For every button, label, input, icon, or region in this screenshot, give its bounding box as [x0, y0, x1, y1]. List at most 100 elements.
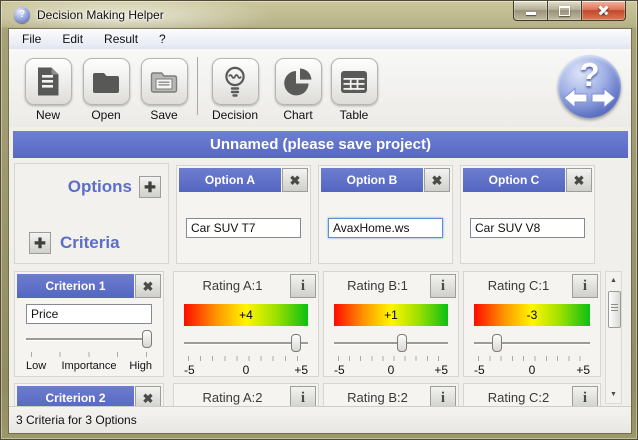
toolbar: New Open Sa: [9, 49, 631, 127]
lightbulb-icon: [223, 66, 247, 97]
new-document-icon: [36, 67, 60, 96]
menu-help[interactable]: ?: [154, 30, 176, 48]
new-label: New: [21, 108, 75, 122]
slider-thumb[interactable]: [397, 334, 407, 352]
option-a-header: Option A: [179, 168, 281, 192]
window-title: Decision Making Helper: [37, 8, 164, 22]
option-b-card: Option B ✖: [318, 165, 453, 264]
option-c-close-button[interactable]: ✖: [566, 168, 592, 192]
add-option-button[interactable]: ✚: [139, 176, 161, 198]
maximize-button[interactable]: [548, 1, 581, 21]
slider-thumb[interactable]: [291, 334, 301, 352]
slider-thumb[interactable]: [142, 330, 152, 348]
open-folder-icon: [92, 70, 120, 94]
rating-a1-gradient-bar: +4: [184, 304, 308, 326]
chart-label: Chart: [271, 108, 325, 122]
option-c-name-input[interactable]: [470, 218, 585, 238]
rating-b1-slider[interactable]: [334, 334, 448, 352]
rating-b1-info-button[interactable]: i: [430, 274, 456, 298]
slider-ticks: [31, 352, 151, 357]
rating-b1-gradient-bar: +1: [334, 304, 448, 326]
scale-min-label: -5: [474, 363, 485, 377]
close-button[interactable]: [581, 1, 626, 21]
option-a-card: Option A ✖: [176, 165, 311, 264]
importance-high-label: High: [129, 360, 152, 372]
table-label: Table: [327, 108, 381, 122]
rating-c2-card: Rating C:2 i: [463, 383, 601, 406]
rating-a2-info-button[interactable]: i: [290, 386, 316, 406]
open-button[interactable]: Open: [79, 58, 133, 122]
status-bar: 3 Criteria for 3 Options: [9, 406, 631, 433]
option-a-name-input[interactable]: [186, 218, 301, 238]
toolbar-separator: [197, 57, 198, 115]
option-c-card: Option C ✖: [460, 165, 595, 264]
criterion-2-close-button[interactable]: ✖: [135, 386, 161, 406]
scale-max-label: +5: [294, 363, 308, 377]
rating-c1-card: Rating C:1 i -3 -5 0 +5: [463, 271, 601, 377]
scale-mid-label: 0: [243, 363, 250, 377]
option-b-close-button[interactable]: ✖: [424, 168, 450, 192]
importance-slider[interactable]: [26, 330, 152, 348]
importance-low-label: Low: [26, 360, 46, 372]
scroll-up-button[interactable]: ▲: [606, 273, 621, 288]
menu-file[interactable]: File: [17, 30, 51, 48]
title-bar[interactable]: ? Decision Making Helper: [1, 1, 637, 29]
rating-c1-header: Rating C:1: [466, 274, 571, 298]
criterion-2-header: Criterion 2: [17, 386, 134, 406]
criterion-1-card: Criterion 1 ✖ Low Importance High: [14, 271, 164, 377]
rating-b1-card: Rating B:1 i +1 -5 0 +5: [323, 271, 459, 377]
scale-max-label: +5: [576, 363, 590, 377]
rating-a1-slider[interactable]: [184, 334, 308, 352]
rating-b1-header: Rating B:1: [326, 274, 429, 298]
close-icon: [597, 5, 610, 16]
rating-c1-gradient-bar: -3: [474, 304, 590, 326]
client-area: File Edit Result ? New: [9, 29, 631, 433]
importance-label: Importance: [61, 360, 116, 372]
ratings-scrollbar[interactable]: ▲ ▼: [605, 271, 622, 404]
rating-a1-card: Rating A:1 i +4 -5 0 +5: [173, 271, 319, 377]
decision-button[interactable]: Decision: [204, 58, 266, 122]
slider-ticks: [338, 356, 449, 361]
slider-track: [184, 342, 308, 344]
slider-track: [334, 342, 448, 344]
criterion-1-name-input[interactable]: [26, 304, 152, 324]
menu-result[interactable]: Result: [99, 30, 148, 48]
menu-edit[interactable]: Edit: [57, 30, 93, 48]
chart-button[interactable]: Chart: [271, 58, 325, 122]
rating-a1-info-button[interactable]: i: [290, 274, 316, 298]
scale-mid-label: 0: [388, 363, 395, 377]
scale-min-label: -5: [184, 363, 195, 377]
criterion-1-close-button[interactable]: ✖: [135, 274, 161, 298]
app-window: ? Decision Making Helper File Edit Resul…: [0, 0, 638, 440]
scale-min-label: -5: [334, 363, 345, 377]
option-b-header: Option B: [321, 168, 423, 192]
scroll-down-button[interactable]: ▼: [606, 387, 621, 402]
scrollbar-thumb[interactable]: [608, 291, 621, 328]
rating-a1-header: Rating A:1: [176, 274, 289, 298]
table-button[interactable]: Table: [327, 58, 381, 122]
new-button[interactable]: New: [21, 58, 75, 122]
help-logo[interactable]: ?: [558, 55, 621, 118]
add-criterion-button[interactable]: ✚: [29, 232, 51, 254]
slider-track: [26, 338, 152, 340]
rating-c1-slider[interactable]: [474, 334, 590, 352]
option-a-close-button[interactable]: ✖: [282, 168, 308, 192]
decision-arrows-icon: [558, 55, 621, 118]
criterion-1-header: Criterion 1: [17, 274, 134, 298]
minimize-button[interactable]: [513, 1, 548, 21]
rating-b2-info-button[interactable]: i: [430, 386, 456, 406]
criteria-label: Criteria: [60, 233, 120, 253]
options-criteria-panel: Options ✚ ✚ Criteria: [14, 163, 169, 264]
rating-b2-header: Rating B:2: [326, 386, 429, 406]
rating-c1-info-button[interactable]: i: [572, 274, 598, 298]
rating-b2-card: Rating B:2 i: [323, 383, 459, 406]
slider-ticks: [188, 356, 309, 361]
decision-label: Decision: [204, 108, 266, 122]
slider-thumb[interactable]: [492, 334, 502, 352]
criterion-2-card: Criterion 2 ✖: [14, 383, 164, 406]
rating-c2-info-button[interactable]: i: [572, 386, 598, 406]
pie-chart-icon: [283, 67, 313, 97]
save-button[interactable]: Save: [137, 58, 191, 122]
option-b-name-input[interactable]: [328, 218, 443, 238]
maximize-icon: [559, 6, 570, 16]
